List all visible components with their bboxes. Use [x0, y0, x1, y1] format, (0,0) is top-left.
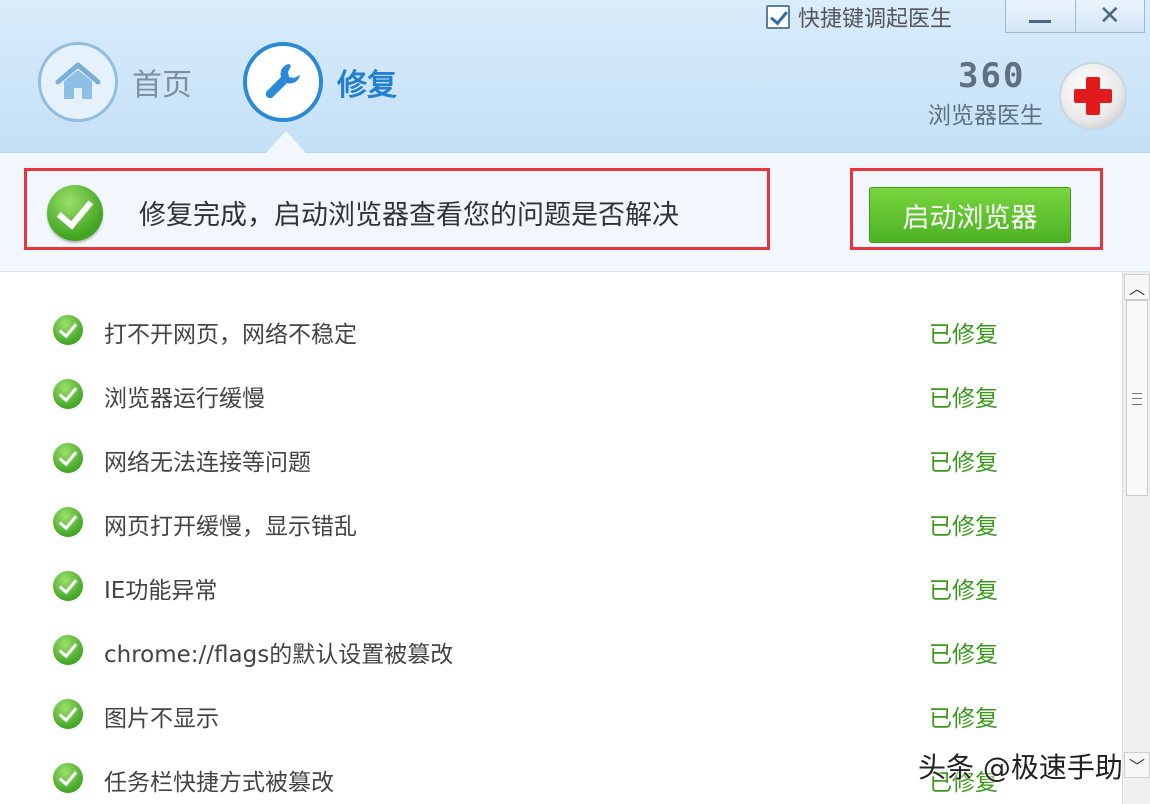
grip-icon [1132, 393, 1142, 405]
minimize-button[interactable] [1006, 0, 1075, 32]
launch-highlight-box: 启动浏览器 [850, 168, 1103, 250]
vertical-scrollbar[interactable]: ︿ ﹀ [1122, 272, 1150, 804]
list-item: 浏览器运行缓慢 已修复 [0, 362, 1122, 426]
list-item: 图片不显示 已修复 [0, 682, 1122, 746]
launch-browser-button[interactable]: 启动浏览器 [869, 187, 1071, 243]
watermark: 头条 @极速手助 [918, 751, 1123, 784]
list-item: 打不开网页，网络不稳定 已修复 [0, 298, 1122, 362]
tab-repair[interactable]: 修复 [243, 42, 397, 122]
status-message-box: 修复完成，启动浏览器查看您的问题是否解决 [24, 168, 770, 250]
check-icon [53, 443, 83, 473]
check-icon [53, 763, 83, 793]
item-label: 打不开网页，网络不稳定 [104, 322, 357, 348]
home-icon [38, 42, 118, 122]
check-icon [53, 507, 83, 537]
check-icon [53, 315, 83, 345]
tab-home[interactable]: 首页 [38, 42, 192, 122]
brand-number: 360 [958, 56, 1026, 96]
check-icon [53, 699, 83, 729]
shortcut-toggle[interactable]: 快捷键调起医生 [766, 2, 952, 32]
check-icon [53, 379, 83, 409]
list-item: 网络无法连接等问题 已修复 [0, 426, 1122, 490]
check-icon [53, 571, 83, 601]
brand-name: 浏览器医生 [928, 103, 1043, 129]
status-band: 修复完成，启动浏览器查看您的问题是否解决 启动浏览器 [0, 153, 1150, 272]
window-controls: ✕ [1005, 0, 1145, 33]
minimize-icon [1029, 19, 1052, 23]
check-circle-icon [47, 185, 103, 241]
close-icon: ✕ [1098, 1, 1121, 31]
active-tab-pointer [266, 131, 306, 153]
close-button[interactable]: ✕ [1074, 0, 1145, 32]
tab-repair-label: 修复 [337, 68, 397, 103]
scroll-thumb[interactable] [1126, 300, 1148, 496]
item-status: 已修复 [929, 578, 998, 604]
item-status: 已修复 [929, 514, 998, 540]
tab-home-label: 首页 [132, 68, 192, 103]
scroll-down-button[interactable]: ﹀ [1124, 752, 1150, 778]
item-status: 已修复 [929, 322, 998, 348]
item-label: 浏览器运行缓慢 [104, 386, 265, 412]
scroll-up-button[interactable]: ︿ [1124, 274, 1150, 300]
list-item: chrome://flags的默认设置被篡改 已修复 [0, 618, 1122, 682]
shortcut-label: 快捷键调起医生 [798, 7, 953, 32]
status-message: 修复完成，启动浏览器查看您的问题是否解决 [139, 200, 679, 231]
red-cross-icon [1061, 64, 1125, 128]
repair-list: 打不开网页，网络不稳定 已修复 浏览器运行缓慢 已修复 网络无法连接等问题 已修… [0, 272, 1122, 804]
item-label: IE功能异常 [104, 578, 218, 604]
item-status: 已修复 [929, 386, 998, 412]
brand: 360 浏览器医生 [928, 56, 1128, 132]
header-bar: 快捷键调起医生 ✕ 首页 修复 360 浏览器医生 [0, 0, 1150, 153]
wrench-icon [243, 42, 323, 122]
item-label: 网络无法连接等问题 [104, 450, 311, 476]
list-item: IE功能异常 已修复 [0, 554, 1122, 618]
item-status: 已修复 [929, 706, 998, 732]
item-label: chrome://flags的默认设置被篡改 [104, 642, 454, 668]
chevron-up-icon: ︿ [1128, 279, 1145, 298]
check-icon [53, 635, 83, 665]
item-status: 已修复 [929, 642, 998, 668]
chevron-down-icon: ﹀ [1128, 757, 1145, 776]
item-label: 网页打开缓慢，显示错乱 [104, 514, 357, 540]
item-label: 任务栏快捷方式被篡改 [104, 770, 334, 796]
list-item: 网页打开缓慢，显示错乱 已修复 [0, 490, 1122, 554]
shortcut-checkbox[interactable] [766, 5, 790, 29]
item-label: 图片不显示 [104, 706, 219, 732]
item-status: 已修复 [929, 450, 998, 476]
